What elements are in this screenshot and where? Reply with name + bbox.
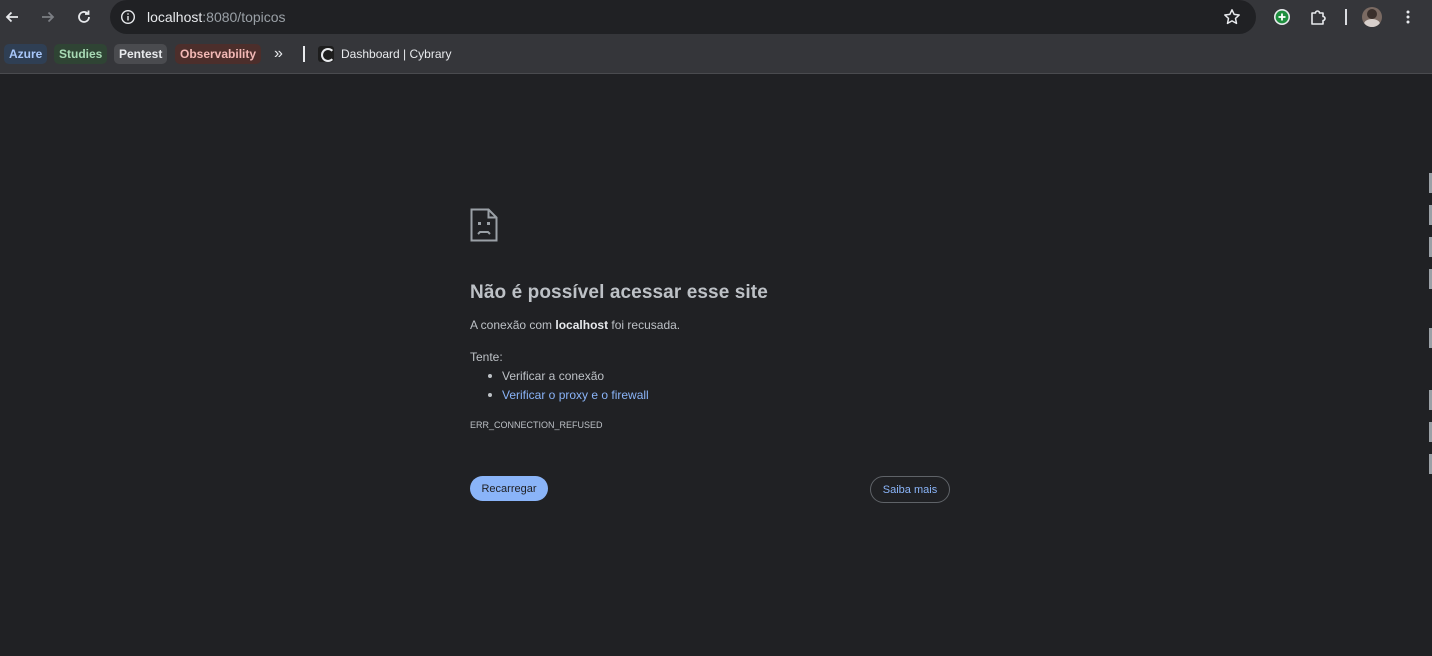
site-info-icon[interactable] xyxy=(120,9,136,25)
learn-more-button[interactable]: Saiba mais xyxy=(870,476,950,503)
error-description: A conexão com localhost foi recusada. xyxy=(470,318,680,332)
url-text[interactable]: localhost:8080/topicos xyxy=(147,9,286,25)
bookmarks-bar: Azure Studies Pentest Observability » Da… xyxy=(0,34,1432,74)
url-host: localhost xyxy=(147,9,203,25)
more-bookmarks-chevron-icon[interactable]: » xyxy=(274,44,283,64)
browser-menu-button[interactable] xyxy=(1396,5,1420,29)
extensions-menu-button[interactable] xyxy=(1306,5,1330,29)
try-label: Tente: xyxy=(470,350,503,364)
bookmark-folder-azure[interactable]: Azure xyxy=(4,44,48,64)
profile-avatar[interactable] xyxy=(1362,7,1382,27)
bookmark-link-label: Dashboard | Cybrary xyxy=(341,47,452,61)
suggestions-list: Verificar a conexão Verificar o proxy e … xyxy=(488,369,649,407)
desc-host: localhost xyxy=(555,318,609,332)
desc-suffix: foi recusada. xyxy=(608,318,681,332)
suggestion-check-connection: Verificar a conexão xyxy=(488,369,649,388)
bookmark-folder-studies[interactable]: Studies xyxy=(54,44,108,64)
back-button[interactable] xyxy=(0,5,24,29)
error-code: ERR_CONNECTION_REFUSED xyxy=(470,420,603,430)
url-path: :8080/topicos xyxy=(202,9,286,25)
address-bar[interactable]: localhost:8080/topicos xyxy=(110,0,1256,34)
bookmark-folder-pentest[interactable]: Pentest xyxy=(114,44,168,64)
puzzle-icon xyxy=(1311,10,1326,25)
sad-page-icon xyxy=(470,208,498,242)
bookmarks-separator xyxy=(303,46,305,62)
arrow-right-icon xyxy=(42,11,55,23)
error-headline: Não é possível acessar esse site xyxy=(470,282,768,303)
reload-page-button[interactable] xyxy=(72,5,96,29)
suggestion-check-proxy-firewall-link[interactable]: Verificar o proxy e o firewall xyxy=(488,388,649,407)
bookmark-link-cybrary[interactable]: Dashboard | Cybrary xyxy=(318,44,452,64)
browser-toolbar: localhost:8080/topicos xyxy=(0,0,1432,34)
forward-button[interactable] xyxy=(36,5,60,29)
refresh-icon xyxy=(78,10,90,23)
arrow-left-icon xyxy=(5,11,18,23)
cybrary-favicon-icon xyxy=(318,46,335,62)
reload-button[interactable]: Recarregar xyxy=(470,476,548,501)
bookmark-folder-observability[interactable]: Observability xyxy=(175,44,262,64)
plus-circle-icon xyxy=(1274,9,1290,25)
desc-prefix: A conexão com xyxy=(470,318,556,332)
extension-button[interactable] xyxy=(1270,5,1294,29)
toolbar-separator xyxy=(1345,9,1347,25)
bookmark-star-icon[interactable] xyxy=(1222,7,1242,27)
more-vertical-icon xyxy=(1406,10,1410,24)
